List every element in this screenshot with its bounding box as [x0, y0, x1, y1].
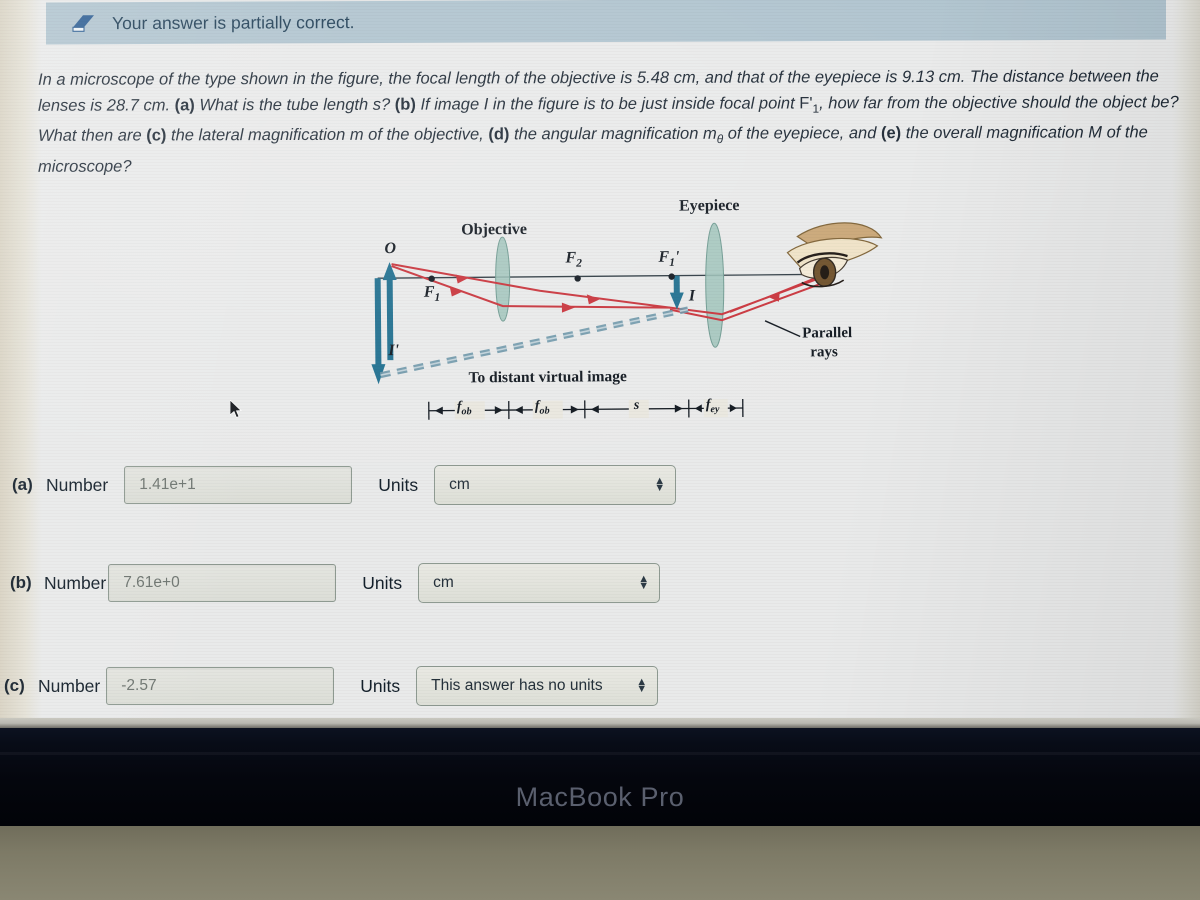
screen-content: Your answer is partially correct. In a m…	[0, 0, 1200, 718]
answer-number-label-b: Number	[44, 572, 107, 593]
figure-label-F2: F2	[565, 249, 583, 270]
figure-label-I: I	[688, 287, 696, 305]
figure-label-eyepiece: Eyepiece	[678, 197, 740, 215]
figure-label-parallel-rays: Parallel rays	[802, 325, 853, 361]
figure-label-distant-virtual-image: To distant virtual image	[468, 368, 627, 387]
answer-units-label-c: Units	[360, 675, 401, 696]
answer-row-b: (b) Number 7.61e+0 Units cm ▲ ▼	[10, 563, 661, 603]
answer-units-value-c: This answer has no units	[431, 677, 603, 694]
figure-label-F1: F1	[423, 283, 441, 304]
answer-units-value-a: cm	[449, 476, 470, 493]
answer-units-label-a: Units	[378, 474, 419, 495]
answer-units-select-b[interactable]: cm ▲ ▼	[418, 563, 661, 603]
macbook-brand-label: MacBook Pro	[515, 782, 685, 812]
chevron-updown-icon-b[interactable]: ▲ ▼	[638, 574, 649, 592]
figure-scale-fey: fey	[705, 397, 720, 416]
photo-of-laptop-screen: MacBook Pro Your answer is partially cor…	[0, 0, 1200, 900]
eraser-icon	[66, 12, 96, 34]
answer-row-a: (a) Number 1.41e+1 Units cm ▲ ▼	[12, 465, 677, 505]
answer-letter-a: (a)	[12, 475, 33, 494]
answer-number-input-c[interactable]: -2.57	[106, 667, 335, 705]
desk-surface	[0, 820, 1200, 900]
answer-units-value-b: cm	[433, 574, 454, 591]
answer-number-label-a: Number	[46, 474, 109, 495]
figure-scale-fob-2: fob	[534, 398, 550, 417]
bezel-highlight	[0, 752, 1200, 755]
answer-units-select-a[interactable]: cm ▲ ▼	[434, 465, 677, 505]
answer-units-select-c[interactable]: This answer has no units ▲ ▼	[416, 666, 659, 706]
mouse-cursor	[229, 399, 244, 420]
figure-scale-fob-1: fob	[456, 399, 472, 418]
answer-units-label-b: Units	[362, 572, 403, 593]
banner-message: Your answer is partially correct.	[112, 11, 355, 33]
answer-number-input-a[interactable]: 1.41e+1	[124, 466, 353, 504]
figure-label-O: O	[384, 240, 397, 258]
answer-letter-c: (c)	[4, 676, 25, 695]
answer-row-c: (c) Number -2.57 Units This answer has n…	[4, 666, 659, 706]
answer-letter-b: (b)	[10, 573, 32, 592]
figure-label-I-prime: I'	[388, 342, 400, 360]
status-banner: Your answer is partially correct.	[46, 0, 1166, 45]
chevron-updown-icon-a[interactable]: ▲ ▼	[654, 476, 665, 494]
figure-scale-s: s	[633, 397, 640, 413]
answer-number-input-b[interactable]: 7.61e+0	[108, 564, 337, 602]
question-body: In a microscope of the type shown in the…	[38, 67, 1179, 176]
page-left-margin	[0, 0, 42, 718]
chevron-updown-icon-c[interactable]: ▲ ▼	[636, 677, 647, 695]
question-text: In a microscope of the type shown in the…	[38, 64, 1196, 180]
microscope-ray-diagram: Objective Eyepiece O F1 F2 F1' I I' Para…	[369, 196, 891, 436]
figure-label-objective: Objective	[461, 220, 528, 239]
figure-label-F1-prime: F1'	[658, 248, 680, 269]
answer-number-label-c: Number	[38, 675, 101, 696]
